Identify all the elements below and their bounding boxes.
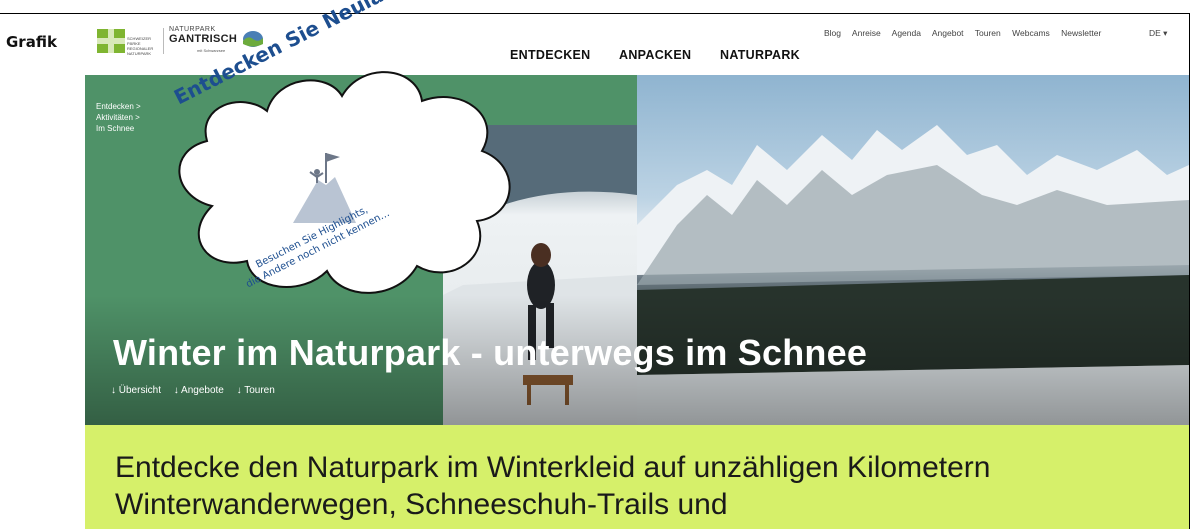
- anchor-links: ↓ Übersicht ↓ Angebote ↓ Touren: [111, 385, 285, 396]
- figure-label: Grafik: [6, 33, 57, 51]
- intro-panel: Entdecke den Naturpark im Winterkleid au…: [85, 425, 1189, 529]
- breadcrumb-im-schnee: Im Schnee: [96, 124, 135, 133]
- logo-divider: [163, 28, 164, 54]
- breadcrumb-aktivitaeten[interactable]: Aktivitäten >: [96, 112, 141, 123]
- nav-touren[interactable]: Touren: [975, 28, 1001, 38]
- breadcrumb-entdecken[interactable]: Entdecken >: [96, 101, 141, 112]
- anchor-touren[interactable]: ↓ Touren: [237, 385, 275, 396]
- nav-blog[interactable]: Blog: [824, 28, 841, 38]
- page-title: Winter im Naturpark - unterwegs im Schne…: [113, 332, 868, 373]
- logo-subtitle: mit Schwarzsee: [197, 48, 226, 53]
- nav-newsletter[interactable]: Newsletter: [1061, 28, 1101, 38]
- logo-small-text: SCHWEIZER PÄRKE REGIONALER NATURPARK: [127, 36, 154, 56]
- logo-name: GANTRISCH: [169, 33, 238, 45]
- nav-naturpark[interactable]: NATURPARK: [720, 48, 800, 62]
- anchor-angebote[interactable]: ↓ Angebote: [174, 385, 224, 396]
- language-selector[interactable]: DE ▾: [1149, 28, 1167, 39]
- breadcrumb: Entdecken > Aktivitäten > Im Schnee: [96, 101, 141, 134]
- anchor-uebersicht[interactable]: ↓ Übersicht: [111, 385, 161, 396]
- nav-anreise[interactable]: Anreise: [852, 28, 881, 38]
- nav-angebot[interactable]: Angebot: [932, 28, 964, 38]
- logo-naturpark: NATURPARK: [169, 26, 216, 33]
- nav-anpacken[interactable]: ANPACKEN: [619, 48, 691, 62]
- swiss-parks-logo-icon: [97, 29, 125, 53]
- top-navigation: Blog Anreise Agenda Angebot Touren Webca…: [824, 28, 1110, 38]
- frame-top-border: [0, 13, 1190, 14]
- nav-webcams[interactable]: Webcams: [1012, 28, 1050, 38]
- intro-text: Entdecke den Naturpark im Winterkleid au…: [115, 451, 991, 521]
- nav-agenda[interactable]: Agenda: [892, 28, 921, 38]
